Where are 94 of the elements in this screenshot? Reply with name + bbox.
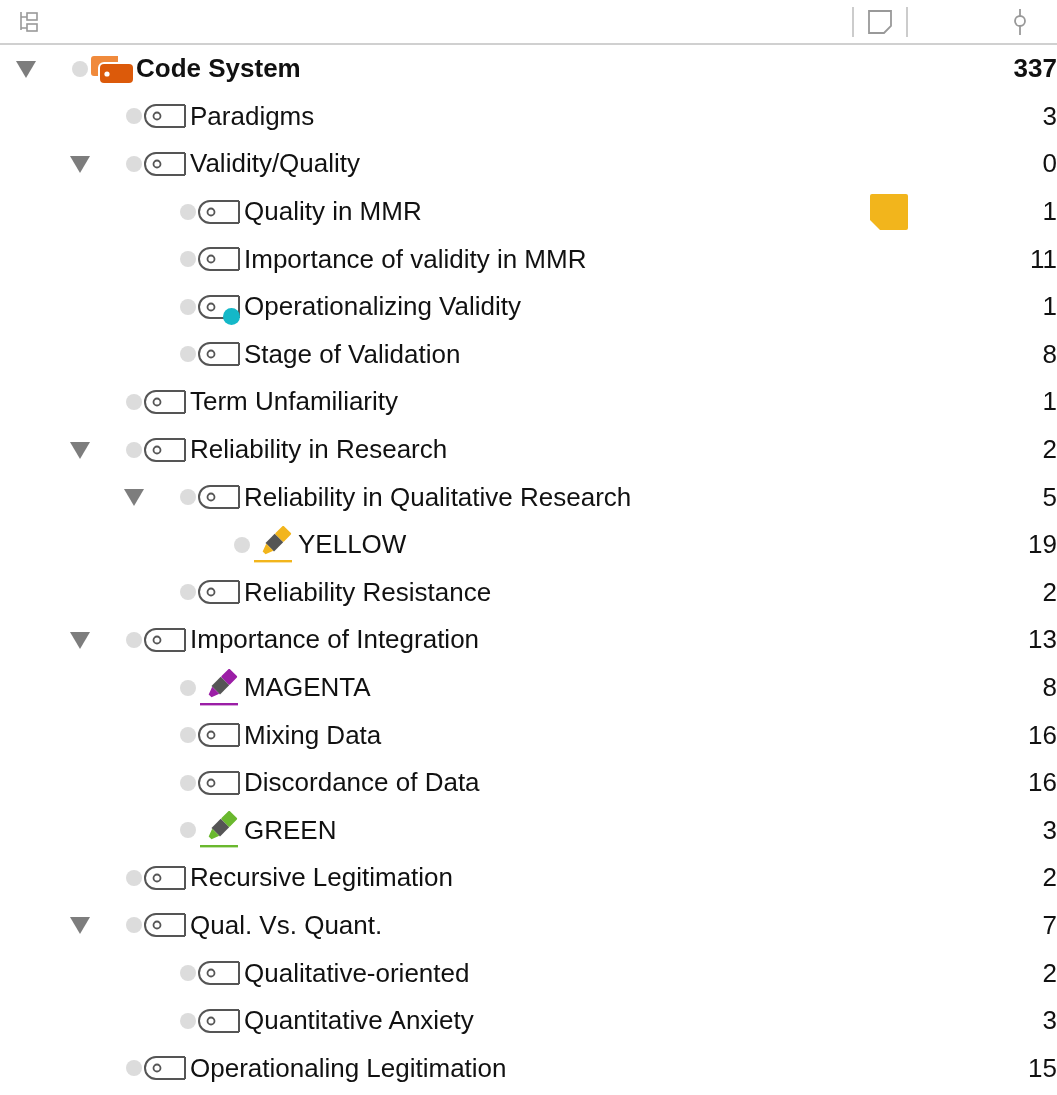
code-label[interactable]: Importance of validity in MMR [244, 243, 587, 275]
code-tag-icon [198, 960, 242, 987]
code-tag-icon [198, 246, 242, 273]
disclosure-triangle-icon[interactable] [69, 629, 91, 650]
status-dot [126, 869, 142, 886]
status-dot [180, 584, 196, 601]
coded-segments-count: 8 [1041, 672, 1057, 703]
status-dot [72, 60, 88, 77]
code-label[interactable]: Operationaling Legitimation [190, 1052, 507, 1084]
coded-segments-count: 337 [1012, 53, 1057, 85]
code-tag-icon [144, 151, 188, 177]
code-tag-icon [144, 1055, 188, 1082]
coded-segments-count: 13 [1027, 624, 1057, 656]
status-dot [180, 727, 196, 744]
status-dot [126, 917, 142, 934]
code-label[interactable]: Qual. Vs. Quant. [190, 910, 383, 941]
code-label[interactable]: Discordance of Data [244, 767, 480, 799]
code-tag-icon [198, 484, 242, 511]
coded-segments-count: 7 [1041, 910, 1057, 941]
status-dot [126, 393, 142, 410]
status-dot [180, 298, 196, 315]
coded-segments-count: 3 [1041, 100, 1057, 132]
status-dot [126, 108, 142, 125]
code-tag-icon [198, 198, 242, 225]
code-label[interactable]: Reliability in Research [190, 434, 448, 466]
coded-segments-count: 2 [1041, 862, 1057, 894]
status-dot [126, 1060, 142, 1077]
status-dot [180, 679, 196, 696]
coded-segments-count: 3 [1041, 1005, 1057, 1037]
status-dot [126, 156, 142, 172]
code-label[interactable]: Term Unfamiliarity [190, 386, 399, 418]
coded-segments-count: 2 [1041, 576, 1057, 608]
status-dot [180, 1012, 196, 1029]
coded-segments-count: 1 [1041, 196, 1057, 228]
code-label[interactable]: Reliability in Qualitative Research [244, 481, 632, 513]
pin-icon[interactable] [1013, 8, 1027, 35]
disclosure-triangle-icon[interactable] [69, 915, 91, 936]
status-dot [180, 774, 196, 791]
coded-segments-count: 16 [1027, 719, 1057, 751]
code-tag-icon [144, 388, 188, 415]
code-label[interactable]: Importance of Integration [190, 624, 480, 656]
code-tag-icon [144, 626, 188, 653]
coded-segments-count: 5 [1041, 481, 1057, 513]
status-dot [180, 346, 196, 363]
code-label[interactable]: YELLOW [298, 529, 407, 561]
code-label[interactable]: Code System [136, 53, 301, 85]
code-tag-icon [198, 769, 242, 796]
code-tag-icon [198, 341, 242, 368]
code-label[interactable]: MAGENTA [244, 672, 371, 703]
tree-structure-icon[interactable] [18, 10, 40, 33]
code-tag-icon [144, 912, 188, 939]
status-dot [180, 965, 196, 982]
code-tag-icon [198, 722, 242, 749]
code-label[interactable]: Reliability Resistance [244, 576, 492, 608]
disclosure-triangle-icon[interactable] [69, 439, 91, 460]
status-dot [180, 251, 196, 268]
code-label[interactable]: Operationalizing Validity [244, 291, 521, 323]
code-tag-icon [144, 103, 188, 130]
coded-segments-count: 11 [1029, 243, 1057, 275]
code-label[interactable]: Quantitative Anxiety [244, 1005, 474, 1037]
code-label[interactable]: GREEN [244, 814, 337, 846]
code-label[interactable]: Validity/Quality [190, 148, 361, 180]
status-dot [180, 203, 196, 220]
coded-segments-count: 8 [1041, 338, 1057, 370]
coded-segments-count: 2 [1041, 957, 1057, 989]
coded-segments-count: 0 [1041, 148, 1057, 180]
code-system-icon [90, 53, 134, 84]
code-label[interactable]: Recursive Legitimation [190, 862, 453, 894]
coded-segments-count: 1 [1041, 291, 1057, 323]
code-tag-icon [144, 864, 188, 891]
disclosure-triangle-icon[interactable] [123, 487, 145, 508]
code-label[interactable]: Stage of Validation [244, 338, 461, 370]
code-tag-icon [198, 579, 242, 606]
code-tag-icon [198, 1007, 242, 1034]
code-label[interactable]: Paradigms [190, 100, 315, 132]
code-label[interactable]: Qualitative-oriented [244, 957, 470, 989]
coded-segments-count: 1 [1041, 386, 1057, 418]
coded-segments-count: 3 [1041, 814, 1057, 846]
coded-segments-count: 2 [1041, 434, 1057, 466]
code-tag-icon [144, 436, 188, 463]
status-dot [180, 489, 196, 506]
status-dot [126, 441, 142, 458]
disclosure-triangle-icon[interactable] [15, 58, 37, 79]
coded-segments-count: 19 [1027, 529, 1057, 561]
status-dot [180, 822, 196, 839]
code-tag-icon [198, 293, 242, 320]
coded-segments-count: 15 [1027, 1052, 1057, 1084]
memo-column-icon[interactable] [868, 9, 892, 34]
status-dot [126, 631, 142, 648]
status-dot [234, 536, 250, 553]
code-label[interactable]: Mixing Data [244, 719, 382, 751]
disclosure-triangle-icon[interactable] [69, 154, 91, 174]
coded-segments-count: 16 [1027, 767, 1057, 799]
code-label[interactable]: Quality in MMR [244, 196, 422, 228]
